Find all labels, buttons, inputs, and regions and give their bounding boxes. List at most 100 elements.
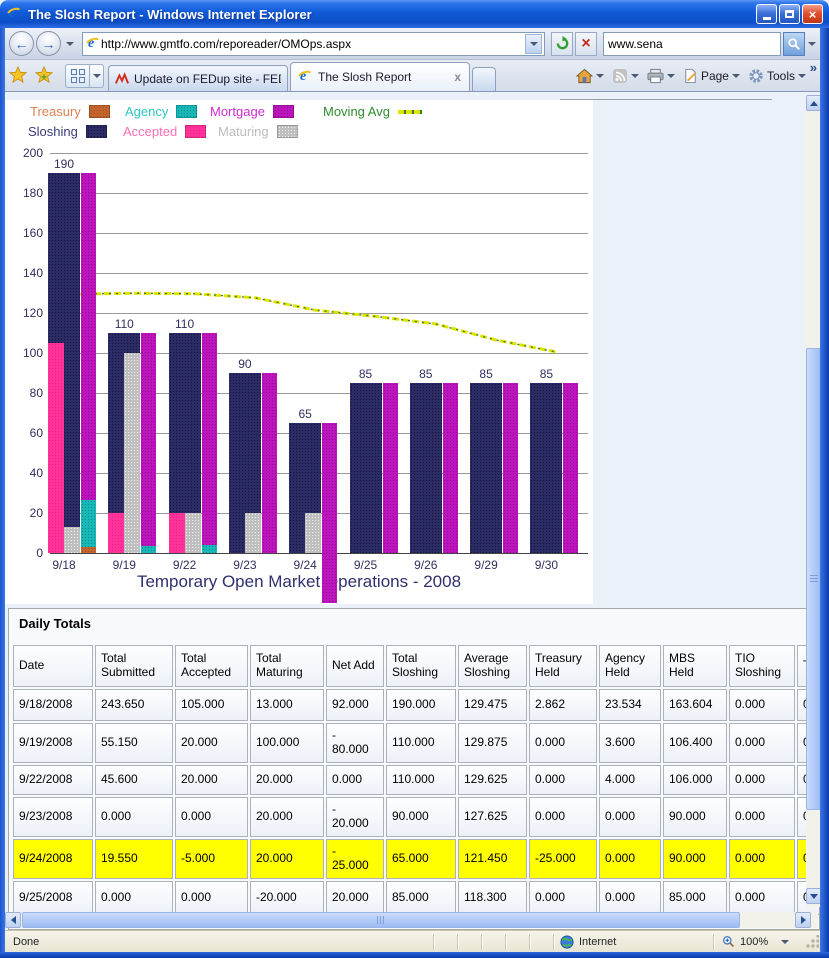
vertical-scroll-thumb[interactable] xyxy=(806,348,820,810)
table-cell: 9/25/2008 xyxy=(13,881,93,915)
close-tab-icon[interactable]: x xyxy=(452,70,463,84)
table-header-row: DateTotal SubmittedTotal AcceptedTotal M… xyxy=(13,645,819,687)
search-box[interactable] xyxy=(603,32,781,56)
daily-totals-table: DateTotal SubmittedTotal AcceptedTotal M… xyxy=(13,645,819,915)
table-cell: 121.450 xyxy=(458,839,527,879)
tools-menu-button[interactable]: Tools xyxy=(744,65,810,87)
column-header: Net Add xyxy=(326,645,384,687)
status-pane xyxy=(433,934,457,950)
tab-list-dropdown[interactable] xyxy=(90,64,104,88)
table-cell: 20.000 xyxy=(250,765,324,795)
table-row: 9/23/20080.0000.00020.000- 20.00090.0001… xyxy=(13,797,819,837)
bar-mortgage-9/29 xyxy=(503,383,518,553)
table-cell: - 20.000 xyxy=(326,797,384,837)
table-cell: -25.000 xyxy=(529,839,597,879)
column-header: Total Accepted xyxy=(175,645,248,687)
page-menu-button[interactable]: Page xyxy=(679,65,744,87)
bar-total-label: 110 xyxy=(102,317,146,331)
feeds-button[interactable] xyxy=(608,65,643,87)
x-axis-label: 9/23 xyxy=(221,558,269,572)
zoom-dropdown-icon[interactable] xyxy=(781,940,789,944)
vertical-scrollbar[interactable] xyxy=(806,95,820,907)
new-tab-stub[interactable] xyxy=(472,67,496,91)
command-bar: Page Tools » xyxy=(572,63,810,89)
table-cell: 2.862 xyxy=(529,689,597,721)
bar-maturing-9/23 xyxy=(245,513,261,553)
table-cell: 20.000 xyxy=(326,881,384,915)
zoom-level: 100% xyxy=(740,936,768,948)
table-cell: 0.000 xyxy=(729,797,795,837)
table-cell: 20.000 xyxy=(250,797,324,837)
table-row: 9/18/2008243.650105.00013.00092.000190.0… xyxy=(13,689,819,721)
page-content: TreasuryAgencyMortgageMoving AvgSloshing… xyxy=(5,92,820,930)
bar-maturing-9/24 xyxy=(305,513,321,553)
url-dropdown-button[interactable] xyxy=(525,34,542,54)
resize-grip[interactable] xyxy=(805,935,819,949)
table-cell: 190.000 xyxy=(386,689,456,721)
svg-text:+: + xyxy=(41,72,47,83)
status-text: Done xyxy=(5,936,433,948)
url-field[interactable]: e xyxy=(82,32,545,56)
back-button[interactable]: ← xyxy=(9,31,34,56)
omo-chart: TreasuryAgencyMortgageMoving AvgSloshing… xyxy=(5,100,593,604)
forward-button[interactable]: → xyxy=(36,31,61,56)
url-input[interactable] xyxy=(101,37,525,51)
add-favorite-button[interactable]: + xyxy=(32,62,56,88)
quick-tabs-button[interactable] xyxy=(65,64,90,88)
scroll-down-button[interactable] xyxy=(806,888,820,904)
search-go-button[interactable] xyxy=(783,32,805,56)
home-button[interactable] xyxy=(572,65,608,87)
bar-mortgage-9/22 xyxy=(202,333,217,545)
zoom-control[interactable]: 100% xyxy=(713,934,805,950)
column-header: Total Maturing xyxy=(250,645,324,687)
refresh-button[interactable] xyxy=(551,32,573,56)
search-input[interactable] xyxy=(608,37,776,51)
security-zone-pane: Internet xyxy=(553,934,713,950)
table-cell: 0.000 xyxy=(529,881,597,915)
column-header: Treasury Held xyxy=(529,645,597,687)
scroll-right-button[interactable] xyxy=(795,912,811,928)
print-button[interactable] xyxy=(643,65,679,87)
horizontal-scroll-thumb[interactable] xyxy=(22,912,740,928)
scroll-up-button[interactable] xyxy=(806,95,820,111)
bar-maturing-9/19 xyxy=(124,353,140,553)
tab-slosh-report[interactable]: e The Slosh Report x xyxy=(290,62,470,91)
bar-accepted-9/18 xyxy=(48,343,64,553)
search-options-dropdown-icon[interactable] xyxy=(808,42,816,46)
table-cell: 45.600 xyxy=(95,765,173,795)
x-axis-label: 9/19 xyxy=(100,558,148,572)
table-row: 9/24/200819.550-5.00020.000- 25.00065.00… xyxy=(13,839,819,879)
bar-total-label: 65 xyxy=(283,407,327,421)
history-dropdown-icon[interactable] xyxy=(66,42,74,46)
scroll-left-button[interactable] xyxy=(5,912,21,928)
table-cell: 129.875 xyxy=(458,723,527,763)
zoom-magnifier-icon xyxy=(722,935,735,948)
bar-sloshing-9/26 xyxy=(410,383,442,553)
bar-mortgage-9/24 xyxy=(322,423,337,603)
bar-total-label: 85 xyxy=(344,367,388,381)
toolbar-overflow-chevron[interactable]: » xyxy=(810,60,817,75)
table-cell: 9/23/2008 xyxy=(13,797,93,837)
table-cell: 0.000 xyxy=(599,797,661,837)
tab-fedup-site[interactable]: Update on FEDup site - FED ... xyxy=(108,65,288,91)
x-axis-label: 9/30 xyxy=(522,558,570,572)
table-cell: 0.000 xyxy=(95,797,173,837)
x-axis-label: 9/29 xyxy=(462,558,510,572)
table-cell: 0.000 xyxy=(729,765,795,795)
stop-icon: × xyxy=(581,36,590,52)
window-border-bottom xyxy=(0,952,829,958)
bar-maturing-9/18 xyxy=(64,527,80,553)
bar-mortgage-9/25 xyxy=(383,383,398,553)
bar-total-label: 85 xyxy=(404,367,448,381)
horizontal-scrollbar[interactable] xyxy=(5,912,818,928)
close-button[interactable]: × xyxy=(802,4,823,24)
table-cell: 0.000 xyxy=(529,723,597,763)
stop-button[interactable]: × xyxy=(575,32,597,56)
minimize-button[interactable] xyxy=(756,4,777,24)
table-cell: 92.000 xyxy=(326,689,384,721)
column-header: TIO Sloshing xyxy=(729,645,795,687)
favorites-button[interactable] xyxy=(6,62,30,88)
table-cell: 55.150 xyxy=(95,723,173,763)
maximize-button[interactable] xyxy=(779,4,800,24)
tab-label: The Slosh Report xyxy=(318,70,452,84)
